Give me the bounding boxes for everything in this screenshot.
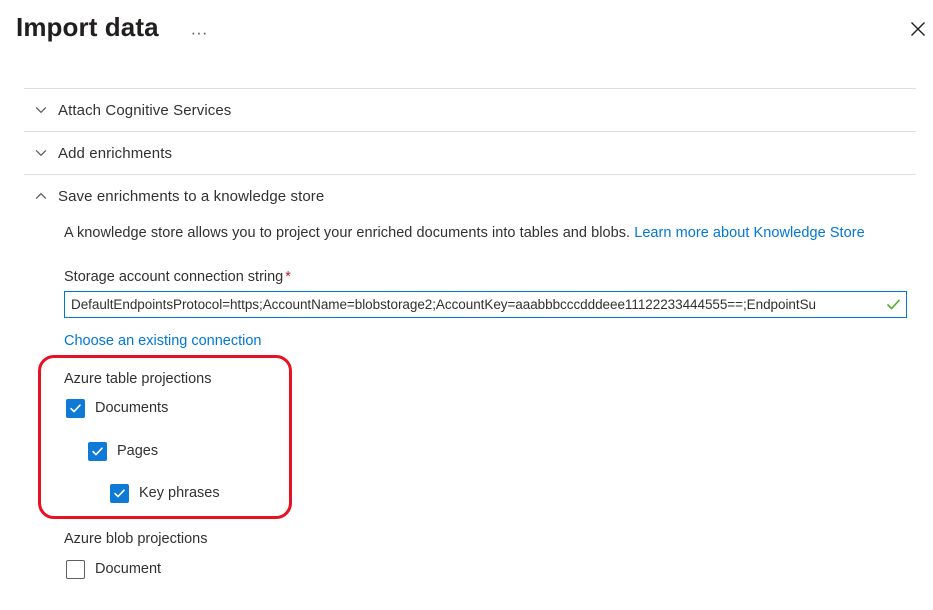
- checkbox-row-document[interactable]: Document: [66, 559, 161, 579]
- checkbox-unchecked-icon[interactable]: [66, 559, 85, 579]
- dialog-header: Import data ···: [0, 0, 933, 72]
- section-label: Attach Cognitive Services: [58, 101, 232, 119]
- required-asterisk: *: [285, 269, 291, 285]
- section-header-save-enrichments-knowledge-store[interactable]: Save enrichments to a knowledge store: [24, 175, 916, 217]
- connection-string-label-text: Storage account connection string: [64, 269, 284, 285]
- section-label: Add enrichments: [58, 144, 173, 162]
- checkbox-label: Documents: [95, 400, 169, 416]
- close-icon: [910, 21, 926, 37]
- section-header-attach-cognitive-services[interactable]: Attach Cognitive Services: [24, 89, 916, 131]
- checkbox-label: Key phrases: [139, 485, 220, 501]
- learn-more-knowledge-store-link[interactable]: Learn more about Knowledge Store: [634, 225, 865, 241]
- more-options-button[interactable]: ···: [186, 20, 212, 44]
- description-text: A knowledge store allows you to project …: [64, 225, 631, 241]
- page-title: Import data: [16, 12, 159, 42]
- choose-existing-connection-link[interactable]: Choose an existing connection: [64, 333, 262, 349]
- checkbox-checked-icon[interactable]: [88, 441, 107, 461]
- section-label: Save enrichments to a knowledge store: [58, 187, 325, 205]
- connection-string-input[interactable]: [65, 292, 884, 317]
- knowledge-store-description: A knowledge store allows you to project …: [64, 225, 865, 241]
- checkbox-label: Pages: [117, 443, 159, 459]
- chevron-down-icon: [24, 146, 58, 160]
- chevron-down-icon: [24, 103, 58, 117]
- azure-blob-projections-title: Azure blob projections: [64, 531, 208, 547]
- checkbox-row-pages[interactable]: Pages: [88, 441, 158, 461]
- azure-table-projections-title: Azure table projections: [64, 371, 212, 387]
- close-button[interactable]: [903, 14, 933, 44]
- checkbox-label: Document: [95, 561, 162, 577]
- chevron-up-icon: [24, 189, 58, 203]
- checkbox-row-documents[interactable]: Documents: [66, 398, 168, 418]
- connection-string-field[interactable]: [64, 291, 907, 318]
- green-check-icon: [884, 297, 906, 312]
- connection-string-label: Storage account connection string *: [64, 269, 291, 285]
- checkbox-checked-icon[interactable]: [66, 398, 85, 418]
- section-header-add-enrichments[interactable]: Add enrichments: [24, 132, 916, 174]
- checkbox-row-key-phrases[interactable]: Key phrases: [110, 483, 220, 503]
- checkbox-checked-icon[interactable]: [110, 483, 129, 503]
